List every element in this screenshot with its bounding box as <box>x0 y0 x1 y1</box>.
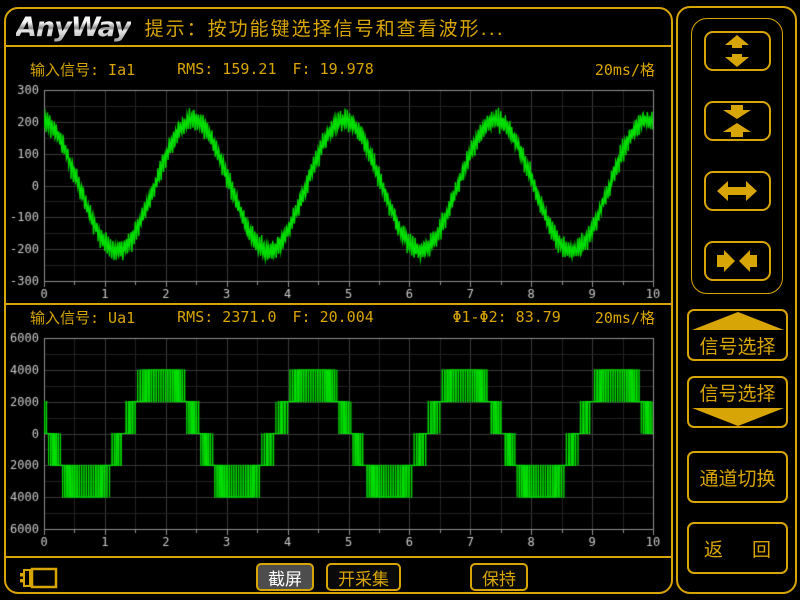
signal-select-up-label: 信号选择 <box>699 332 775 359</box>
title-bar: AnyWay 提示：按功能键选择信号和查看波形... <box>6 9 671 47</box>
expand-horizontal-button[interactable] <box>704 171 771 211</box>
signal-select-down-button[interactable]: 信号选择 <box>687 376 788 428</box>
device-screen: AnyWay 提示：按功能键选择信号和查看波形... 输入信号: Ia1 RMS… <box>0 0 800 600</box>
expand-vertical-icon <box>718 35 756 67</box>
chart2-header: 输入信号: Ua1 RMS: 2371.0 F: 20.004 Φ1-Φ2: 8… <box>6 305 671 329</box>
hold-button[interactable]: 保持 <box>470 563 528 591</box>
screenshot-button[interactable]: 截屏 <box>256 563 314 591</box>
bottom-bar: 截屏 开采集 保持 <box>6 558 671 592</box>
return-label-right: 回 <box>752 535 771 562</box>
chart1-signal-label: 输入信号: Ia1 <box>30 59 135 80</box>
waveform-chart-ia1 <box>8 82 674 304</box>
compress-horizontal-icon <box>717 248 757 274</box>
sidebar-panel: 信号选择 信号选择 通道切换 返 回 <box>676 6 797 594</box>
return-label-left: 返 <box>704 535 723 562</box>
triangle-up-icon <box>692 312 784 330</box>
compress-vertical-icon <box>718 105 756 137</box>
start-capture-button[interactable]: 开采集 <box>326 563 401 591</box>
compress-horizontal-button[interactable] <box>704 241 771 281</box>
chart1-header: 输入信号: Ia1 RMS: 159.21 F: 19.978 20ms/格 <box>6 57 671 81</box>
chart2-phase-value: Φ1-Φ2: 83.79 <box>452 308 560 326</box>
return-button[interactable]: 返 回 <box>687 522 788 574</box>
compress-vertical-button[interactable] <box>704 101 771 141</box>
chart2-freq-value: F: 20.004 <box>293 308 374 326</box>
chart1-timebase: 20ms/格 <box>595 59 655 80</box>
channel-switch-label: 通道切换 <box>699 464 775 491</box>
channel-switch-button[interactable]: 通道切换 <box>687 451 788 503</box>
chart1-rms-value: RMS: 159.21 <box>177 60 276 78</box>
chart2-rms-value: RMS: 2371.0 <box>177 308 276 326</box>
main-display-frame: AnyWay 提示：按功能键选择信号和查看波形... 输入信号: Ia1 RMS… <box>4 7 673 594</box>
waveform-zoom-group <box>691 18 783 294</box>
anyway-logo: AnyWay <box>16 12 131 43</box>
signal-select-down-label: 信号选择 <box>699 379 775 406</box>
chart2-timebase: 20ms/格 <box>595 307 655 328</box>
triangle-down-icon <box>692 408 784 426</box>
chart2-signal-label: 输入信号: Ua1 <box>30 307 135 328</box>
chart1-freq-value: F: 19.978 <box>293 60 374 78</box>
signal-select-up-button[interactable]: 信号选择 <box>687 309 788 361</box>
expand-horizontal-icon <box>717 178 757 204</box>
hint-message: 提示：按功能键选择信号和查看波形... <box>145 14 505 41</box>
battery-icon <box>18 565 58 591</box>
waveform-chart-ua1 <box>8 330 674 552</box>
expand-vertical-button[interactable] <box>704 31 771 71</box>
